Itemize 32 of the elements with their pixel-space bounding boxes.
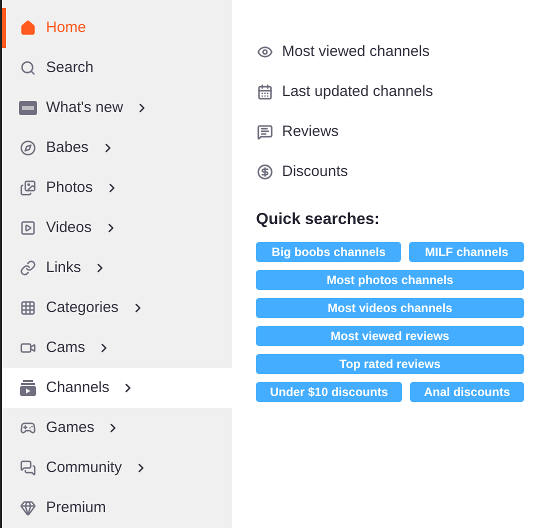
grid-icon (20, 300, 36, 316)
chat-bubbles-icon (20, 460, 36, 476)
calendar-icon (257, 84, 273, 100)
images-icon (20, 180, 36, 196)
sidebar-item[interactable]: Babes (2, 128, 232, 168)
submenu-link[interactable]: Reviews (256, 112, 524, 152)
sidebar-item[interactable]: Premium (2, 488, 232, 528)
sidebar-item[interactable]: Categories (2, 288, 232, 328)
comment-icon (257, 124, 273, 140)
sidebar-item[interactable]: Games (2, 408, 232, 448)
sidebar-item[interactable]: Videos (2, 208, 232, 248)
sidebar-item[interactable]: Search (2, 48, 232, 88)
channel-stack-icon (19, 379, 37, 397)
submenu-link[interactable]: Most viewed channels (256, 32, 524, 72)
section-heading: Quick searches: (256, 210, 381, 230)
submenu-link[interactable]: Last updated channels (256, 72, 524, 112)
dollar-icon (257, 164, 273, 180)
compass-icon (20, 140, 36, 156)
sidebar-item[interactable]: What's new (2, 88, 232, 128)
eye-icon (257, 44, 273, 60)
video-play-icon (20, 220, 36, 236)
gamepad-icon (20, 420, 36, 436)
link-icon (20, 260, 36, 276)
diamond-icon (20, 500, 36, 516)
sidebar-item[interactable]: Community (2, 448, 232, 488)
sidebar-item[interactable]: Photos (2, 168, 232, 208)
search-icon (20, 60, 36, 76)
sidebar-item[interactable]: Channels (2, 368, 232, 408)
sidebar-item[interactable]: Links (2, 248, 232, 288)
submenu-link[interactable]: Discounts (256, 152, 524, 192)
sidebar-item[interactable]: Cams (2, 328, 232, 368)
home-icon (20, 20, 36, 36)
